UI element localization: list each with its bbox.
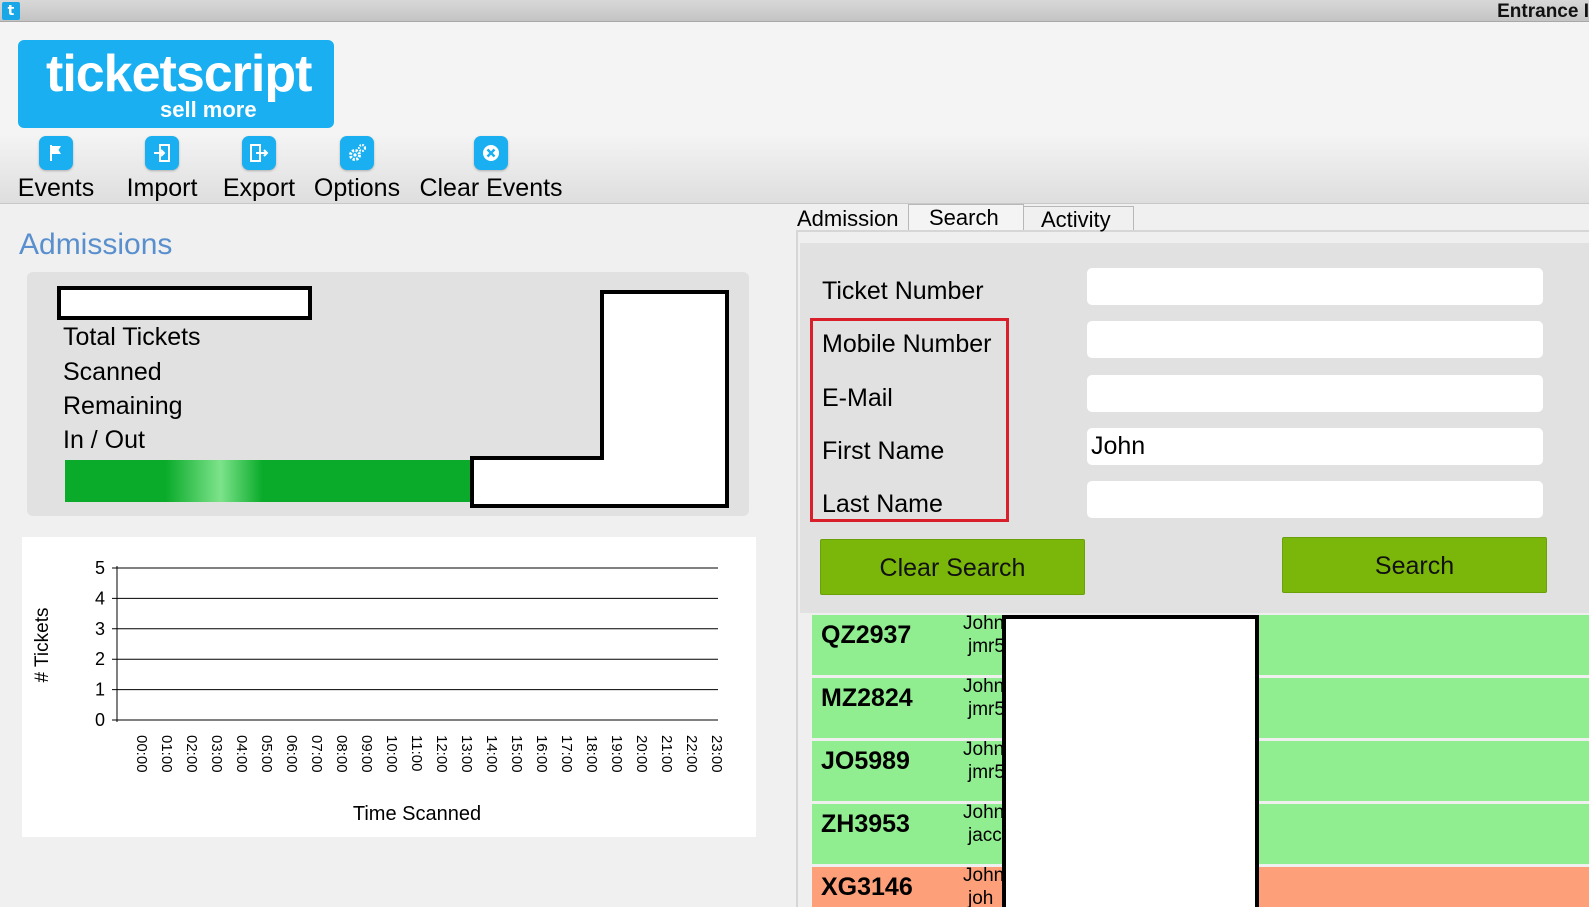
chart-y-tick-label: 0 [95,710,105,730]
chart-x-tick-label: 04:00 [233,735,250,773]
chart-x-tick-label: 16:00 [533,735,550,773]
chart-x-axis-label: Time Scanned [353,803,481,825]
holder-email: joh [968,888,994,907]
chart-x-tick-label: 09:00 [358,735,375,773]
flag-icon [39,136,73,170]
admission-stats-panel: Total Tickets Scanned Remaining In / Out [27,272,749,516]
options-button[interactable]: Options [311,136,403,206]
chart-y-tick-label: 5 [95,558,105,578]
import-label: Import [126,174,198,202]
logo-brand: ticketscript [46,45,312,103]
tickets-chart: 0 1 2 3 4 5 00:00 01:00 02:00 03:00 04:00 05:00 06:… [22,537,756,837]
chart-y-tick-label: 1 [95,680,105,700]
holder-name: John [963,802,1005,823]
holder-name: John [963,613,1005,634]
chart-x-tick-label: 07:00 [308,735,325,773]
ticket-code: QZ2937 [821,621,912,649]
holder-name: John [963,739,1005,760]
scanned-label: Scanned [63,358,162,386]
admission-progress-bar [65,460,485,502]
first-name-input[interactable] [1087,428,1543,465]
chart-y-axis-label: # Tickets [32,608,53,683]
chart-x-tick-label: 01:00 [158,735,175,773]
in-out-label: In / Out [63,426,145,454]
tickets-chart-svg: 0 1 2 3 4 5 00:00 01:00 02:00 03:00 04:00 05:00 06:… [32,558,725,825]
mobile-number-input[interactable] [1087,321,1543,358]
holder-name: John [963,867,1005,886]
holder-name: John [963,676,1005,697]
import-button[interactable]: Import [123,136,201,206]
tab-search[interactable]: Search [908,204,1024,230]
clear-events-button[interactable]: Clear Events [417,136,565,206]
holder-email: jacc [968,825,1002,846]
title-bar: t Entrance I [0,0,1589,22]
chart-x-tick-label: 17:00 [558,735,575,773]
ticket-code: MZ2824 [821,684,913,712]
chart-x-tick-label: 08:00 [333,735,350,773]
redacted-values [600,324,729,508]
admissions-title: Admissions [19,228,173,261]
chart-x-tick-label: 22:00 [683,735,700,773]
chart-x-tick-label: 05:00 [258,735,275,773]
chart-x-tick-label: 12:00 [433,735,450,773]
chart-x-tick-label: 13:00 [458,735,475,773]
export-button[interactable]: Export [220,136,298,206]
chart-y-tick-label: 3 [95,619,105,639]
clear-search-button[interactable]: Clear Search [820,539,1085,595]
chart-x-tick-label: 03:00 [208,735,225,773]
redacted-value-top [600,290,729,328]
chart-x-tick-label: 18:00 [583,735,600,773]
events-label: Events [17,174,95,202]
chart-x-tick-label: 06:00 [283,735,300,773]
clear-events-label: Clear Events [419,174,563,202]
last-name-input[interactable] [1087,481,1543,518]
email-input[interactable] [1087,375,1543,412]
tab-admission[interactable]: Admission [795,206,907,231]
clear-x-icon [474,136,508,170]
chart-x-tick-label: 19:00 [608,735,625,773]
ticket-code: ZH3953 [821,810,910,838]
search-button[interactable]: Search [1282,537,1547,593]
holder-email: jmr5 [968,636,1005,657]
export-icon [242,136,276,170]
gears-icon [340,136,374,170]
options-label: Options [313,174,401,202]
window-title: Entrance I [1497,1,1589,22]
export-label: Export [222,174,296,202]
redacted-values-extension [470,456,604,508]
chart-x-tick-label: 10:00 [383,735,400,773]
ticketscript-logo: ticketscript sell more [18,40,334,128]
chart-y-tick-label: 4 [95,588,105,608]
holder-email: jmr5 [968,762,1005,783]
chart-x-tick-label: 11:00 [408,735,425,771]
chart-x-tick-label: 02:00 [183,735,200,773]
header: ticketscript sell more Events Import Exp… [0,22,1589,204]
chart-x-tick-label: 20:00 [633,735,650,773]
ticket-number-label: Ticket Number [822,277,984,305]
chart-x-tick-label: 00:00 [133,735,150,773]
total-tickets-label: Total Tickets [63,323,201,351]
import-icon [145,136,179,170]
chart-y-ticks: 0 1 2 3 4 5 [95,558,105,730]
chart-x-tick-label: 21:00 [658,735,675,773]
ticket-code: JO5989 [821,747,910,775]
chart-gridlines [112,567,718,721]
tab-activity[interactable]: Activity [1024,206,1134,232]
annotation-highlight-box [810,318,1009,522]
chart-x-tick-label: 14:00 [483,735,500,773]
remaining-label: Remaining [63,392,183,420]
chart-y-tick-label: 2 [95,649,105,669]
redacted-event-name [57,286,312,320]
redaction-joint [604,456,610,504]
holder-email: jmr5 [968,699,1005,720]
redacted-results-details [1002,615,1259,907]
logo-tagline: sell more [160,97,257,122]
app-icon: t [2,2,20,20]
ticket-code: XG3146 [821,873,913,901]
chart-x-ticks: 00:00 01:00 02:00 03:00 04:00 05:00 06:00 07:00… [133,735,725,773]
events-button[interactable]: Events [16,136,96,206]
ticket-number-input[interactable] [1087,268,1543,305]
chart-x-tick-label: 23:00 [708,735,725,773]
chart-x-tick-label: 15:00 [508,735,525,773]
